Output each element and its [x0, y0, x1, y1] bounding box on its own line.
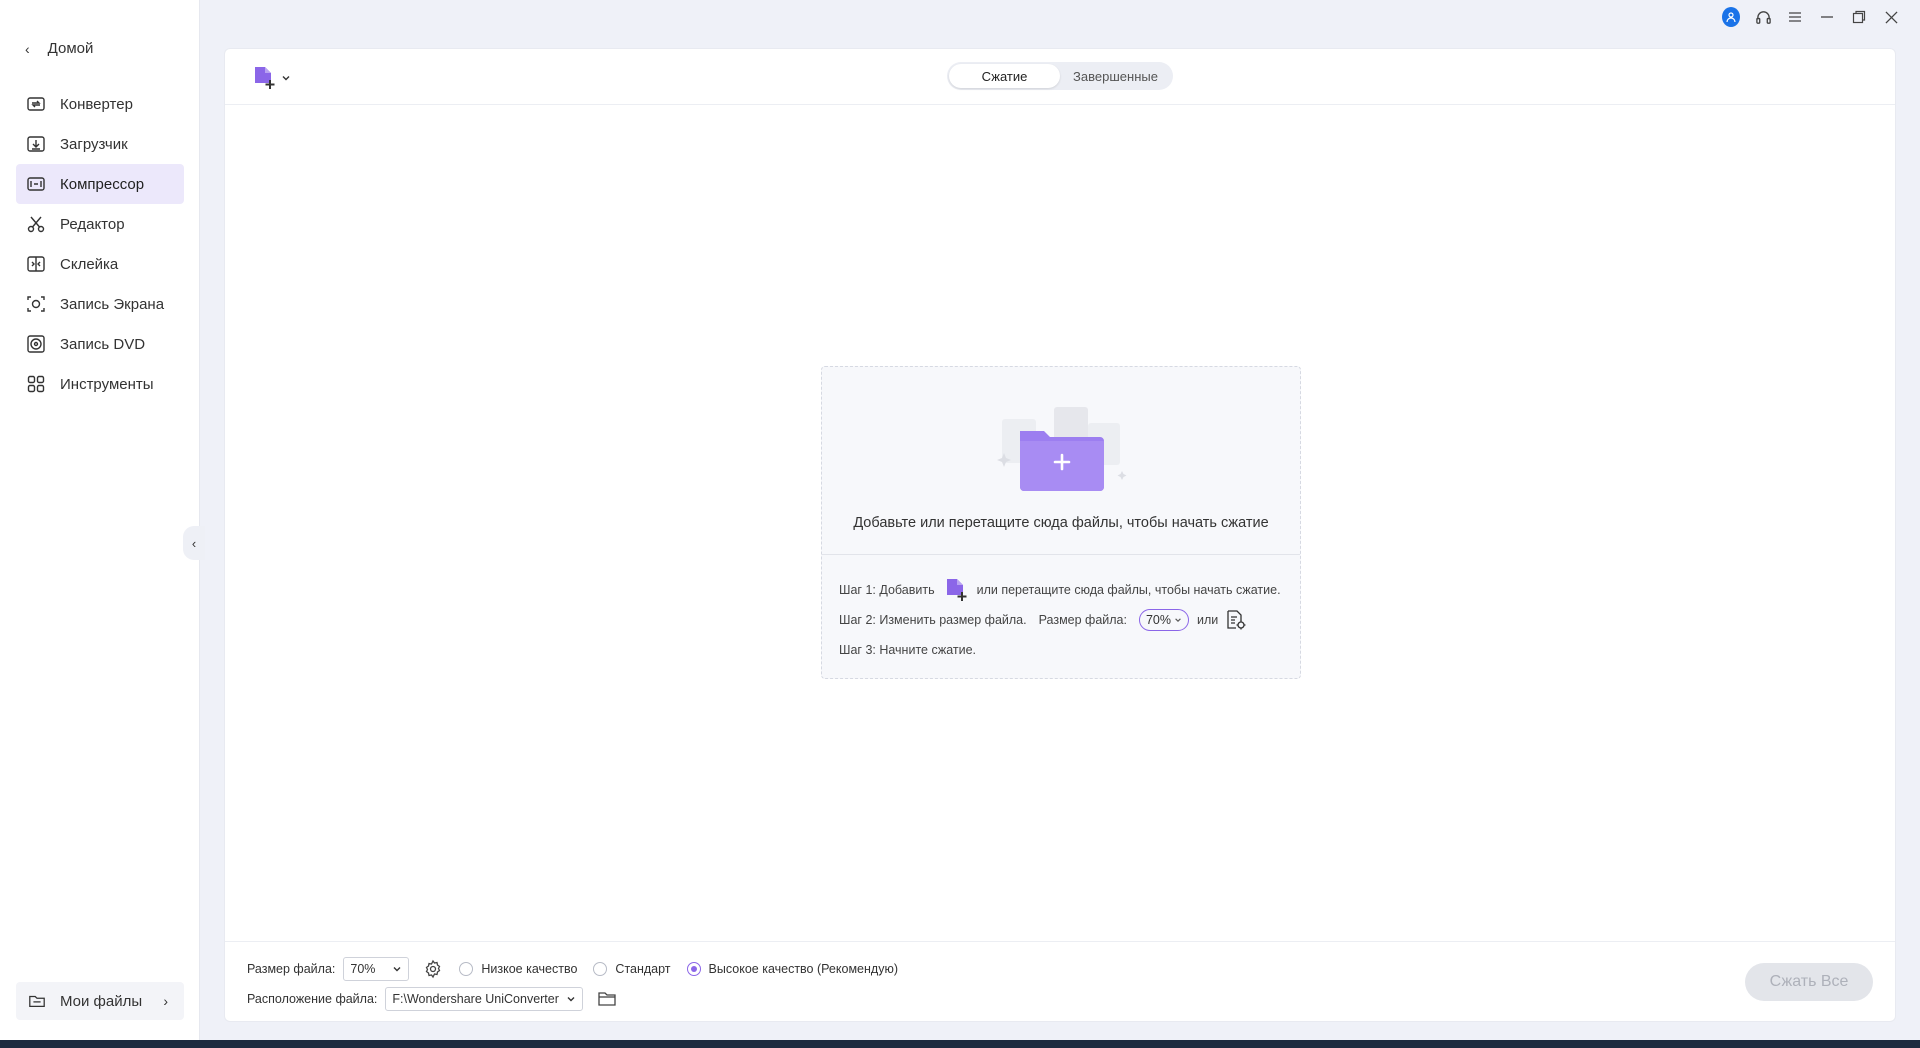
close-button[interactable]	[1882, 8, 1900, 26]
file-location-label: Расположение файла:	[247, 992, 378, 1006]
minimize-button[interactable]	[1818, 8, 1836, 26]
add-file-icon[interactable]	[943, 577, 969, 603]
taskbar	[0, 1040, 1920, 1048]
my-files-label: Мои файлы	[60, 992, 143, 1010]
headset-icon	[1755, 10, 1771, 24]
quality-low-label: Низкое качество	[481, 962, 578, 976]
step-2-size-select[interactable]: 70%	[1138, 609, 1190, 631]
menu-button[interactable]	[1786, 8, 1804, 26]
main-panel: Сжатие Завершенные Добавьте или перетащи…	[224, 48, 1896, 1022]
converter-icon	[27, 97, 45, 111]
step-1-prefix: Шаг 1: Добавить	[839, 583, 935, 597]
sidebar-item-downloader[interactable]: Загрузчик	[16, 124, 184, 164]
sidebar-item-merger[interactable]: Склейка	[16, 244, 184, 284]
file-location-row: Расположение файла: F:\Wondershare UniCo…	[247, 987, 617, 1011]
account-button[interactable]	[1722, 7, 1740, 27]
file-size-select[interactable]: 70%	[343, 957, 410, 981]
support-button[interactable]	[1754, 8, 1772, 26]
minimize-icon	[1821, 16, 1833, 18]
step-2-size-label: Размер файла:	[1038, 613, 1127, 627]
file-location-select[interactable]: F:\Wondershare UniConverter	[385, 987, 584, 1011]
downloader-icon	[27, 136, 45, 152]
add-file-button[interactable]	[251, 65, 291, 91]
toolbar: Сжатие Завершенные	[225, 49, 1895, 105]
quality-low-radio[interactable]: Низкое качество	[459, 962, 577, 976]
file-size-label: Размер файла:	[247, 962, 336, 976]
quality-standard-radio[interactable]: Стандарт	[593, 962, 671, 976]
chevron-left-icon: ‹	[191, 535, 197, 551]
chevron-down-icon	[393, 967, 401, 972]
merger-icon	[27, 256, 45, 272]
chevron-down-icon	[567, 997, 575, 1002]
restore-button[interactable]	[1850, 8, 1868, 26]
mode-tabs: Сжатие Завершенные	[947, 62, 1173, 90]
tab-finished[interactable]: Завершенные	[1060, 64, 1171, 88]
tab-compress[interactable]: Сжатие	[949, 64, 1060, 88]
sidebar-item-editor[interactable]: Редактор	[16, 204, 184, 244]
steps: Шаг 1: Добавить или перетащите сюда файл…	[822, 555, 1300, 665]
step-3: Шаг 3: Начните сжатие.	[839, 635, 1300, 665]
screen-record-icon	[27, 296, 45, 312]
chevron-right-icon: ›	[163, 993, 168, 1009]
chevron-down-icon	[1175, 618, 1181, 622]
step-3-text: Шаг 3: Начните сжатие.	[839, 643, 977, 657]
home-button[interactable]: ‹ Домой	[25, 40, 93, 57]
user-icon	[1722, 7, 1740, 27]
compressor-icon	[27, 177, 45, 191]
step-2-or: или	[1197, 613, 1219, 627]
step-2-prefix: Шаг 2: Изменить размер файла.	[839, 613, 1027, 627]
close-icon	[1884, 10, 1898, 24]
sidebar-item-label: Инструменты	[60, 375, 154, 393]
collapse-sidebar-button[interactable]: ‹	[183, 526, 205, 560]
settings-gear-icon[interactable]	[423, 959, 443, 979]
radio-dot-selected	[686, 962, 701, 976]
file-size-row: Размер файла: 70% Низкое качество Станда…	[247, 957, 898, 981]
bottom-bar: Размер файла: 70% Низкое качество Станда…	[225, 941, 1895, 1021]
my-files-button[interactable]: Мои файлы ›	[16, 982, 184, 1020]
add-file-icon	[255, 67, 275, 89]
drop-zone-text: Добавьте или перетащите сюда файлы, чтоб…	[853, 515, 1269, 531]
step-1-suffix: или перетащите сюда файлы, чтобы начать …	[976, 583, 1281, 597]
sidebar-item-compressor[interactable]: Компрессор	[16, 164, 184, 204]
open-folder-icon[interactable]	[597, 990, 617, 1008]
quality-standard-label: Стандарт	[615, 962, 671, 976]
radio-dot	[459, 962, 474, 976]
file-size-value: 70%	[350, 962, 376, 976]
sidebar-item-dvd[interactable]: Запись DVD	[16, 324, 184, 364]
home-label: Домой	[47, 40, 94, 57]
sidebar: ‹ Домой Конвертер Загрузчик Компрессор Р…	[0, 0, 200, 1040]
radio-dot	[593, 962, 608, 976]
dvd-icon	[27, 335, 45, 353]
step-2: Шаг 2: Изменить размер файла. Размер фай…	[839, 605, 1300, 635]
sidebar-item-label: Редактор	[60, 215, 125, 233]
chevron-left-icon: ‹	[25, 40, 30, 57]
quality-high-radio[interactable]: Высокое качество (Рекомендую)	[686, 962, 898, 976]
folder-icon	[29, 995, 45, 1008]
drop-zone-top: Добавьте или перетащите сюда файлы, чтоб…	[822, 367, 1300, 555]
hamburger-icon	[1789, 12, 1801, 22]
scissors-icon	[27, 216, 45, 233]
folder-add-illustration	[997, 407, 1127, 491]
restore-icon	[1852, 10, 1866, 24]
sidebar-item-label: Компрессор	[60, 175, 145, 193]
sidebar-item-converter[interactable]: Конвертер	[16, 84, 184, 124]
file-location-value: F:\Wondershare UniConverter	[392, 992, 559, 1006]
quality-high-label: Высокое качество (Рекомендую)	[708, 962, 898, 976]
sidebar-item-label: Склейка	[60, 255, 119, 273]
step-2-size-value: 70%	[1145, 613, 1172, 627]
sidebar-item-label: Загрузчик	[60, 135, 128, 153]
step-1: Шаг 1: Добавить или перетащите сюда файл…	[839, 575, 1300, 605]
compression-settings-icon[interactable]	[1224, 608, 1248, 632]
chevron-down-icon	[282, 76, 290, 81]
toolbox-icon	[27, 375, 45, 393]
compress-all-button[interactable]: Сжать Все	[1745, 963, 1873, 1001]
sidebar-item-screen-record[interactable]: Запись Экрана	[16, 284, 184, 324]
sidebar-item-label: Запись DVD	[60, 335, 146, 353]
sidebar-item-toolbox[interactable]: Инструменты	[16, 364, 184, 404]
sidebar-nav: Конвертер Загрузчик Компрессор Редактор …	[16, 84, 184, 404]
window-controls	[1722, 7, 1900, 27]
drop-zone[interactable]: Добавьте или перетащите сюда файлы, чтоб…	[821, 366, 1301, 679]
sidebar-item-label: Конвертер	[60, 95, 133, 113]
sidebar-item-label: Запись Экрана	[60, 295, 165, 313]
